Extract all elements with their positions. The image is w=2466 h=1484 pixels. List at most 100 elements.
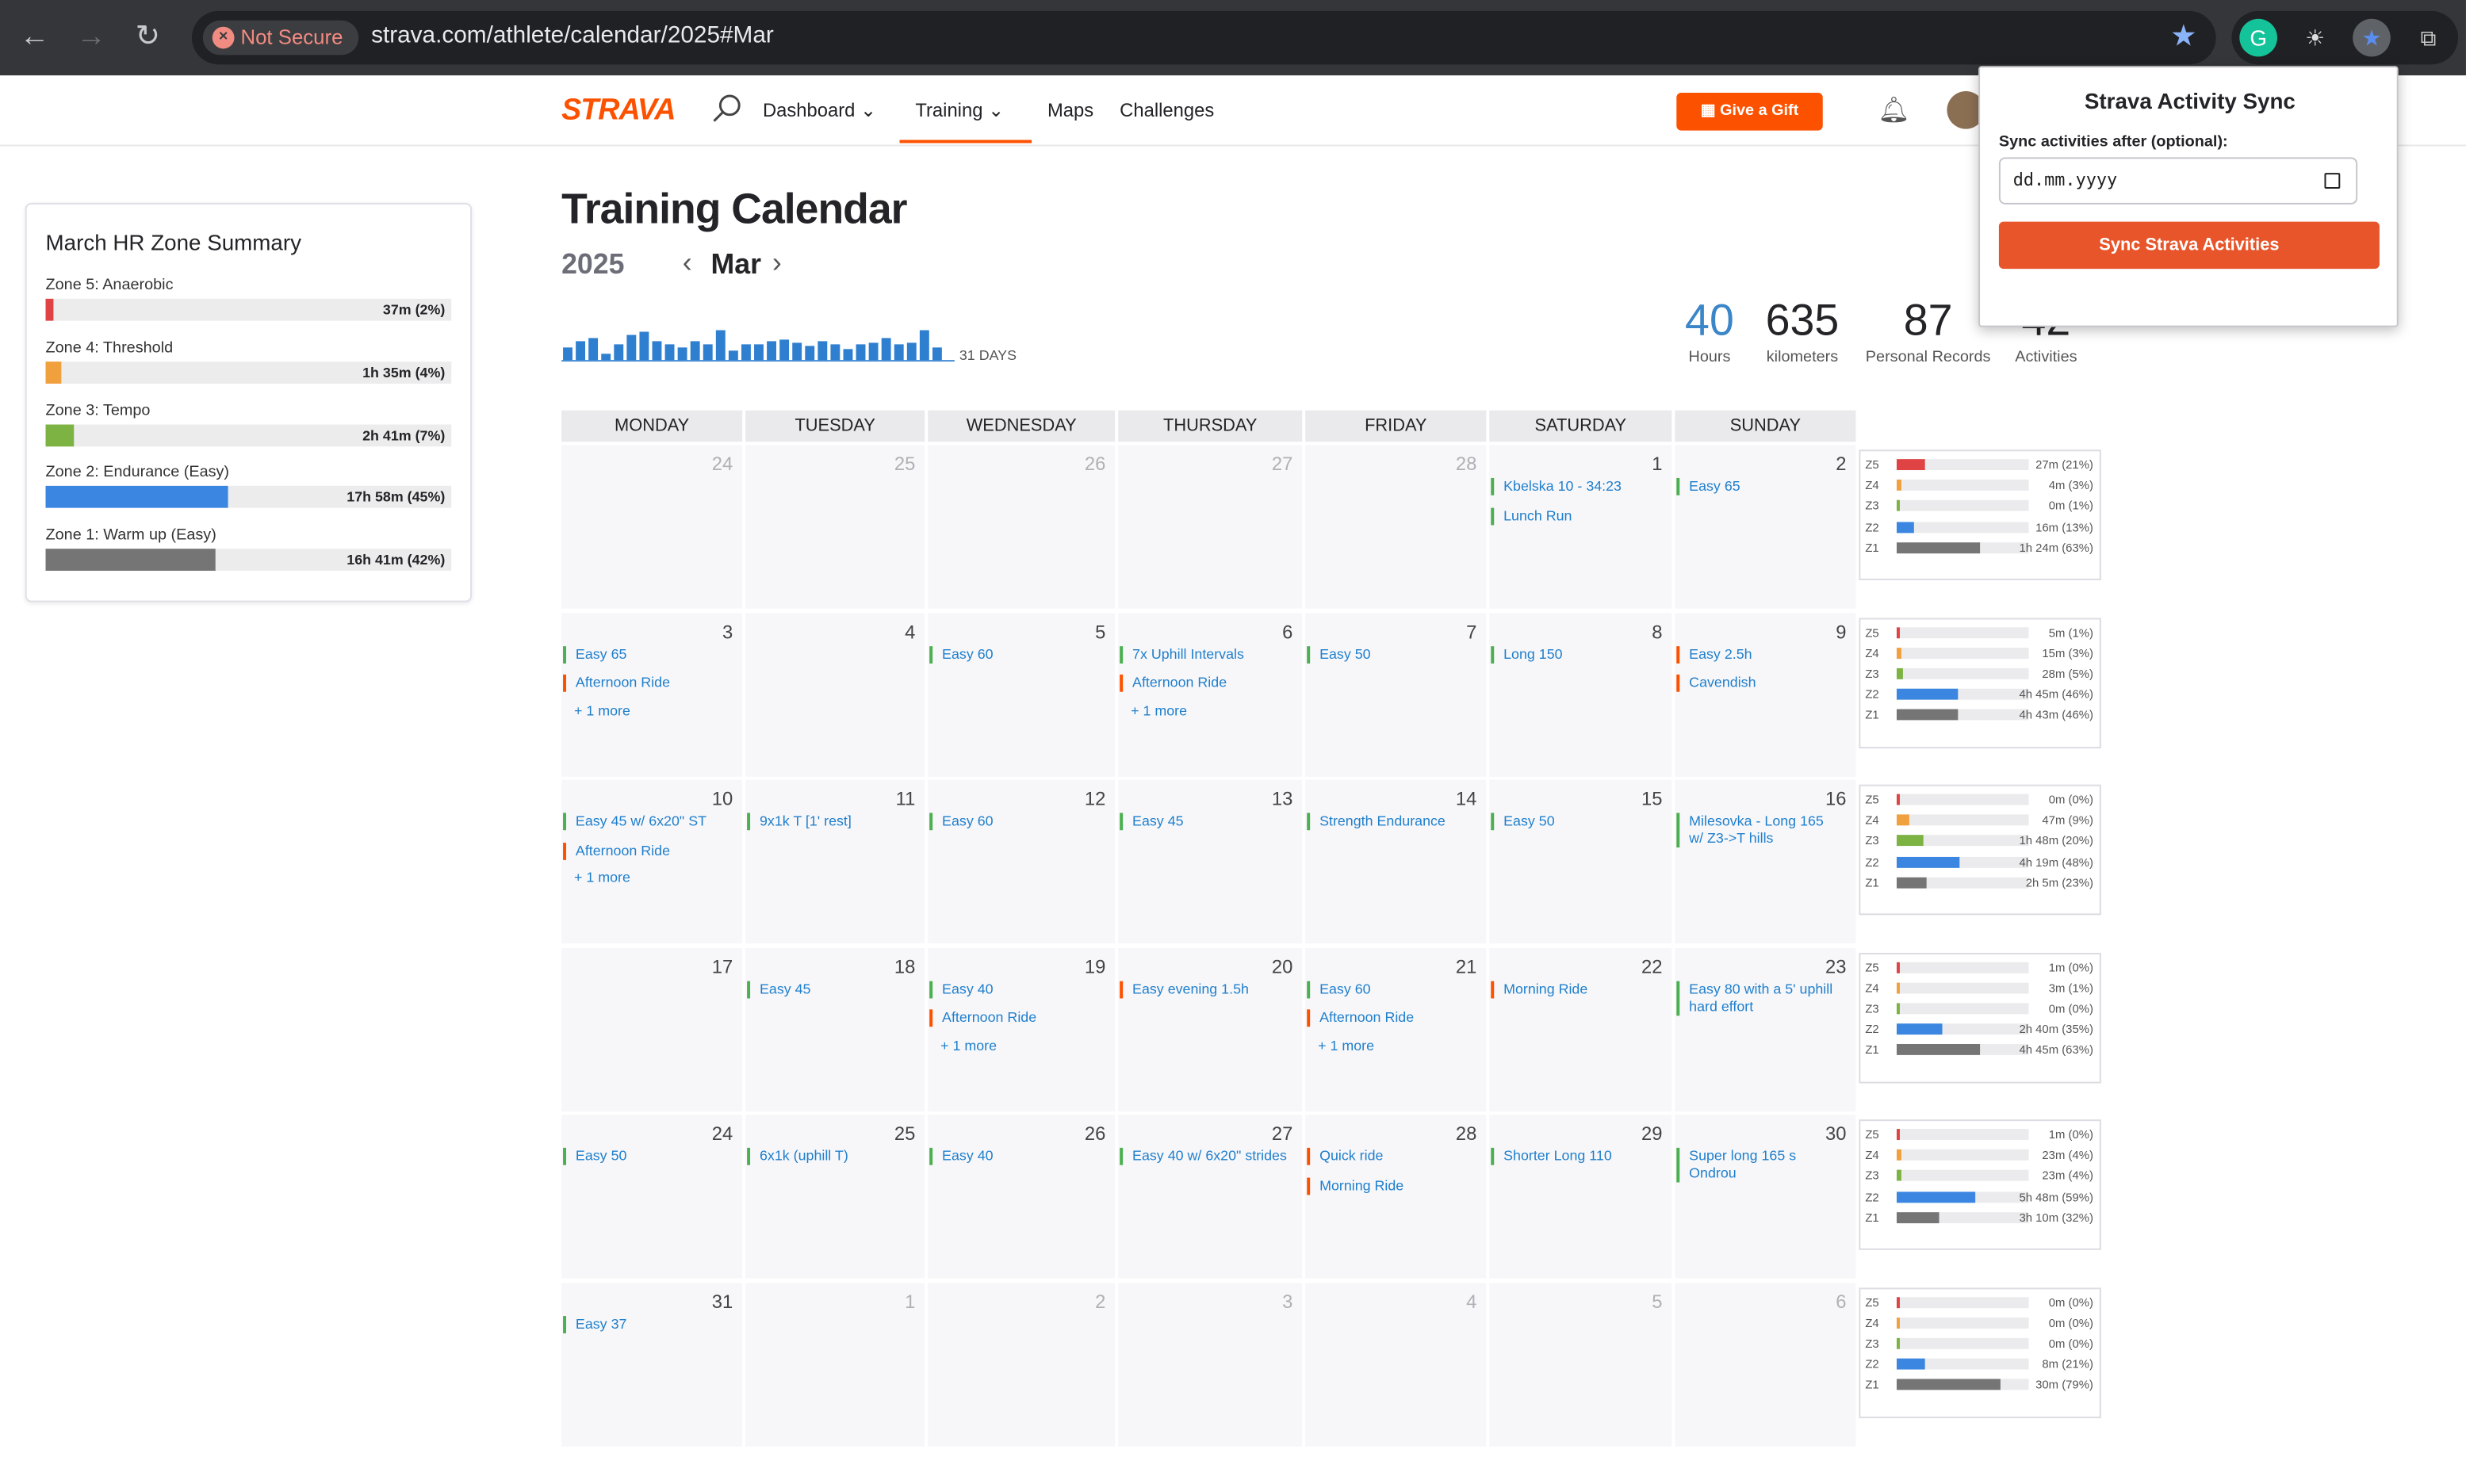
activity-link[interactable]: Easy evening 1.5h [1120,980,1288,998]
activity-link[interactable]: Easy 45 [747,980,910,998]
activity-link[interactable]: Quick ride [1307,1147,1472,1165]
calendar-day[interactable]: 3 Easy 65 Afternoon Ride + 1 more [561,612,743,776]
activity-link[interactable]: 6x1k (uphill T) [747,1147,910,1165]
activity-link[interactable]: Easy 2.5h [1676,645,1841,664]
calendar-day[interactable]: 27 Easy 40 w/ 6x20" strides [1118,1115,1303,1279]
activity-link[interactable]: Easy 60 [929,813,1101,831]
calendar-day[interactable]: 8 Long 150 [1489,612,1672,776]
calendar-day[interactable]: 3 [1118,1282,1303,1446]
calendar-day[interactable]: 2 [928,1282,1116,1446]
activity-link[interactable]: Easy 45 w/ 6x20" ST [563,813,728,831]
sync-activities-button[interactable]: Sync Strava Activities [1998,221,2380,270]
activity-link[interactable]: Kbelska 10 - 34:23 [1491,477,1657,495]
activity-link[interactable]: Long 150 [1491,645,1657,664]
nav-challenges[interactable]: Challenges [1120,99,1214,121]
nav-training[interactable]: Training ⌄ [899,99,1032,143]
more-activities-link[interactable]: + 1 more [1131,702,1187,718]
puzzle-icon[interactable]: ⧉ [2410,19,2448,57]
calendar-day[interactable]: 11 9x1k T [1' rest] [745,779,925,944]
calendar-day[interactable]: 27 [1118,445,1303,609]
activity-link[interactable]: Easy 50 [563,1147,728,1165]
bell-icon[interactable]: 🔔︎ [1878,94,1909,126]
strava-sync-extension-icon[interactable]: ★ [2353,18,2391,57]
activity-link[interactable]: Easy 40 w/ 6x20" strides [1120,1147,1288,1165]
activity-link[interactable]: Shorter Long 110 [1491,1147,1657,1165]
activity-link[interactable]: Afternoon Ride [929,1009,1101,1027]
grammarly-icon[interactable]: G [2239,18,2277,57]
calendar-day[interactable]: 12 Easy 60 [928,779,1116,944]
calendar-day[interactable]: 5 [1489,1282,1672,1446]
activity-link[interactable]: Easy 60 [929,645,1101,664]
calendar-day[interactable]: 2 Easy 65 [1675,445,1856,609]
activity-link[interactable]: Afternoon Ride [563,674,728,692]
activity-link[interactable]: Easy 40 [929,1147,1101,1165]
calendar-day[interactable]: 6 [1675,1282,1856,1446]
nav-maps[interactable]: Maps [1047,99,1093,121]
activity-link[interactable]: Easy 45 [1120,813,1288,831]
sun-extension-icon[interactable]: ☀ [2296,19,2334,57]
activity-link[interactable]: Afternoon Ride [1307,1009,1472,1027]
sync-date-input[interactable]: dd.mm.yyyy [1998,157,2358,205]
back-icon[interactable]: ← [16,19,54,57]
reload-icon[interactable]: ↻ [129,19,167,57]
strava-logo[interactable]: STRAVA [561,94,676,129]
calendar-day[interactable]: 15 Easy 50 [1489,779,1672,944]
calendar-day[interactable]: 21 Easy 60 Afternoon Ride + 1 more [1305,947,1487,1111]
activity-link[interactable]: Cavendish [1676,674,1841,692]
calendar-day[interactable]: 28 [1305,445,1487,609]
activity-link[interactable]: Super long 165 s Ondrou [1676,1147,1841,1183]
activity-link[interactable]: Afternoon Ride [1120,674,1288,692]
calendar-day[interactable]: 24 Easy 50 [561,1115,743,1279]
calendar-day[interactable]: 24 [561,445,743,609]
calendar-day[interactable]: 5 Easy 60 [928,612,1116,776]
calendar-day[interactable]: 6 7x Uphill Intervals Afternoon Ride + 1 mo… [1118,612,1303,776]
url-text[interactable]: strava.com/athlete/calendar/2025#Mar [371,22,774,49]
activity-link[interactable]: Easy 65 [563,645,728,664]
more-activities-link[interactable]: + 1 more [574,870,630,885]
activity-link[interactable]: Easy 65 [1676,477,1841,495]
calendar-day[interactable]: 19 Easy 40 Afternoon Ride + 1 more [928,947,1116,1111]
next-month-chevron-icon[interactable]: › [772,247,782,280]
calendar-day[interactable]: 28 Quick ride Morning Ride [1305,1115,1487,1279]
calendar-day[interactable]: 9 Easy 2.5h Cavendish [1675,612,1856,776]
calendar-day[interactable]: 20 Easy evening 1.5h [1118,947,1303,1111]
calendar-day[interactable]: 17 [561,947,743,1111]
more-activities-link[interactable]: + 1 more [574,702,630,718]
calendar-day[interactable]: 29 Shorter Long 110 [1489,1115,1672,1279]
calendar-day[interactable]: 22 Morning Ride [1489,947,1672,1111]
activity-link[interactable]: Easy 60 [1307,980,1472,998]
bookmark-star-icon[interactable]: ★ [2170,19,2197,55]
calendar-day[interactable]: 25 [745,445,925,609]
forward-icon[interactable]: → [72,19,110,57]
activity-link[interactable]: Morning Ride [1307,1176,1472,1195]
search-icon[interactable] [710,93,742,124]
calendar-day[interactable]: 1 Kbelska 10 - 34:23 Lunch Run [1489,445,1672,609]
calendar-day[interactable]: 4 [1305,1282,1487,1446]
activity-link[interactable]: Lunch Run [1491,507,1657,525]
give-a-gift-button[interactable]: ▦ Give a Gift [1676,93,1823,131]
calendar-day[interactable]: 14 Strength Endurance [1305,779,1487,944]
calendar-icon[interactable] [2324,173,2341,189]
calendar-day[interactable]: 16 Milesovka - Long 165 w/ Z3->T hills [1675,779,1856,944]
calendar-day[interactable]: 30 Super long 165 s Ondrou [1675,1115,1856,1279]
nav-dashboard[interactable]: Dashboard ⌄ [763,99,876,121]
activity-link[interactable]: Easy 50 [1491,813,1657,831]
activity-link[interactable]: Milesovka - Long 165 w/ Z3->T hills [1676,813,1841,848]
more-activities-link[interactable]: + 1 more [940,1037,997,1053]
calendar-day[interactable]: 4 [745,612,925,776]
prev-month-chevron-icon[interactable]: ‹ [683,247,692,280]
calendar-day[interactable]: 13 Easy 45 [1118,779,1303,944]
activity-link[interactable]: Easy 37 [563,1315,728,1333]
security-chip[interactable]: × Not Secure [202,20,359,55]
calendar-day[interactable]: 10 Easy 45 w/ 6x20" ST Afternoon Ride + 1 m… [561,779,743,944]
address-bar[interactable]: × Not Secure strava.com/athlete/calendar/… [191,10,2216,65]
activity-link[interactable]: Easy 80 with a 5' uphill hard effort [1676,980,1841,1015]
year-label[interactable]: 2025 [561,248,624,281]
activity-link[interactable]: Strength Endurance [1307,813,1472,831]
calendar-day[interactable]: 7 Easy 50 [1305,612,1487,776]
activity-link[interactable]: Afternoon Ride [563,842,728,859]
calendar-day[interactable]: 26 [928,445,1116,609]
activity-link[interactable]: 9x1k T [1' rest] [747,813,910,831]
calendar-day[interactable]: 1 [745,1282,925,1446]
activity-link[interactable]: Easy 40 [929,980,1101,998]
